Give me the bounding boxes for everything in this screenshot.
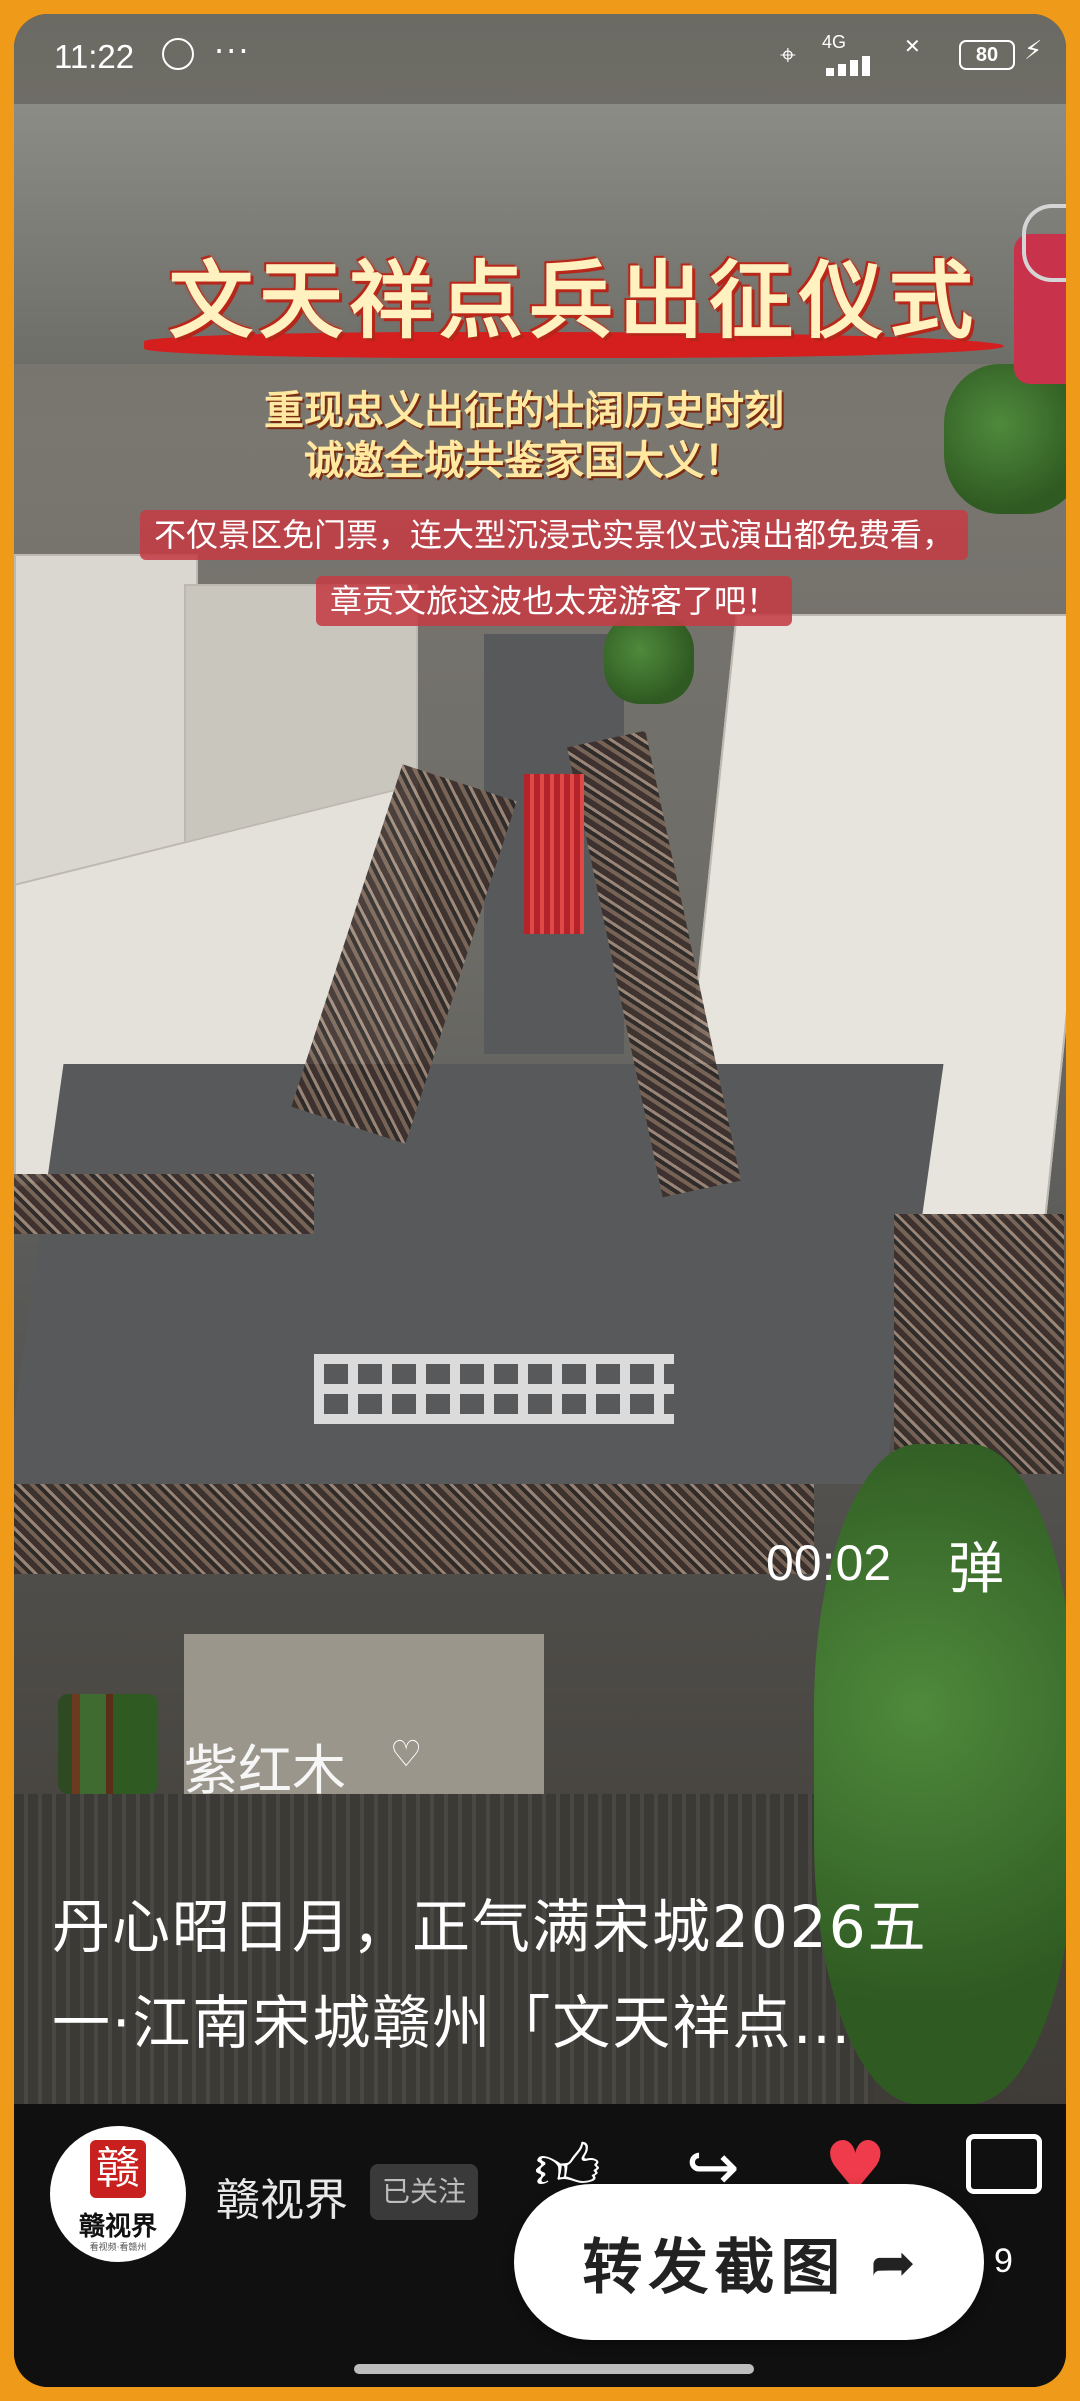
video-title-banner: 文天祥点兵出征仪式 [134, 234, 1014, 358]
crowd-south [14, 1484, 814, 1574]
status-time: 11:22 [54, 38, 135, 75]
charging-icon: ⚡ [1024, 36, 1043, 66]
channel-name[interactable]: 赣视界 [216, 2164, 348, 2228]
side-ring-icon[interactable] [1022, 204, 1066, 282]
status-bar: 11:22 ··· ⌖ 4G ✕ 80 ⚡ [14, 14, 1066, 94]
home-indicator[interactable] [354, 2364, 754, 2374]
notice-line-1: 不仅景区免门票，连大型沉浸式实景仪式演出都免费看， [139, 510, 968, 560]
subtitle-line-2: 诚邀全城共鉴家国大义！ [304, 438, 744, 484]
crowd-west [14, 1174, 314, 1234]
subtitle-line-1: 重现忠义出征的壮阔历史时刻 [264, 388, 784, 434]
battery-level: 80 [975, 44, 999, 66]
white-formation [314, 1354, 674, 1424]
battery-icon: 80 [959, 40, 1015, 70]
video-subtitle: 重现忠义出征的壮阔历史时刻 诚邀全城共鉴家国大义！ [174, 386, 874, 486]
comment-count: 9 [994, 2242, 1013, 2280]
phone-screen: 文天祥点兵出征仪式 重现忠义出征的壮阔历史时刻 诚邀全城共鉴家国大义！ 不仅景区… [14, 14, 1066, 2387]
avatar-seal: 赣 [90, 2140, 146, 2198]
caption-line-1: 丹心昭日月，正气满宋城2026五 [52, 1893, 928, 1961]
video-timecode: 00:02 [766, 1535, 892, 1591]
network-type: 4G [822, 32, 847, 52]
share-screenshot-button[interactable]: 转发截图 ➦ [514, 2184, 984, 2340]
avatar-tagline: 看视频·看赣州 [89, 2243, 147, 2253]
signal-icon [826, 54, 886, 76]
music-favorite-icon[interactable]: ♡ [390, 1734, 422, 1775]
music-cover-thumbnail[interactable] [58, 1694, 158, 1794]
video-caption[interactable]: 丹心昭日月，正气满宋城2026五 一·江南宋城赣州「文天祥点… [52, 1879, 1052, 2071]
danmu-toggle[interactable]: 弹 [948, 1524, 1004, 1605]
more-notifications-icon: ··· [214, 32, 251, 70]
channel-avatar[interactable]: 赣 赣视界 看视频·看赣州 [50, 2126, 186, 2262]
alarm-icon [162, 38, 194, 70]
caption-line-2: 一·江南宋城赣州「文天祥点… [52, 1989, 853, 2057]
arrow-right-icon: ➦ [870, 2230, 916, 2294]
music-name[interactable]: 紫红木 [184, 1726, 346, 1805]
comment-icon[interactable] [966, 2134, 1042, 2194]
video-player[interactable]: 文天祥点兵出征仪式 重现忠义出征的壮阔历史时刻 诚邀全城共鉴家国大义！ 不仅景区… [14, 14, 1066, 2104]
location-icon: ⌖ [780, 38, 796, 71]
share-screenshot-label: 转发截图 [582, 2232, 847, 2303]
notice-line-2: 章贡文旅这波也太宠游客了吧！ [315, 576, 792, 626]
red-procession [524, 774, 584, 934]
follow-button[interactable]: 已关注 [370, 2164, 479, 2220]
crowd-east [894, 1214, 1064, 1474]
avatar-text: 赣视界 [78, 2212, 157, 2242]
wifi-off-icon: ✕ [904, 34, 921, 58]
tree-top-right [944, 364, 1066, 514]
video-notice: 不仅景区免门票，连大型沉浸式实景仪式演出都免费看， 章贡文旅这波也太宠游客了吧！ [74, 502, 1034, 634]
